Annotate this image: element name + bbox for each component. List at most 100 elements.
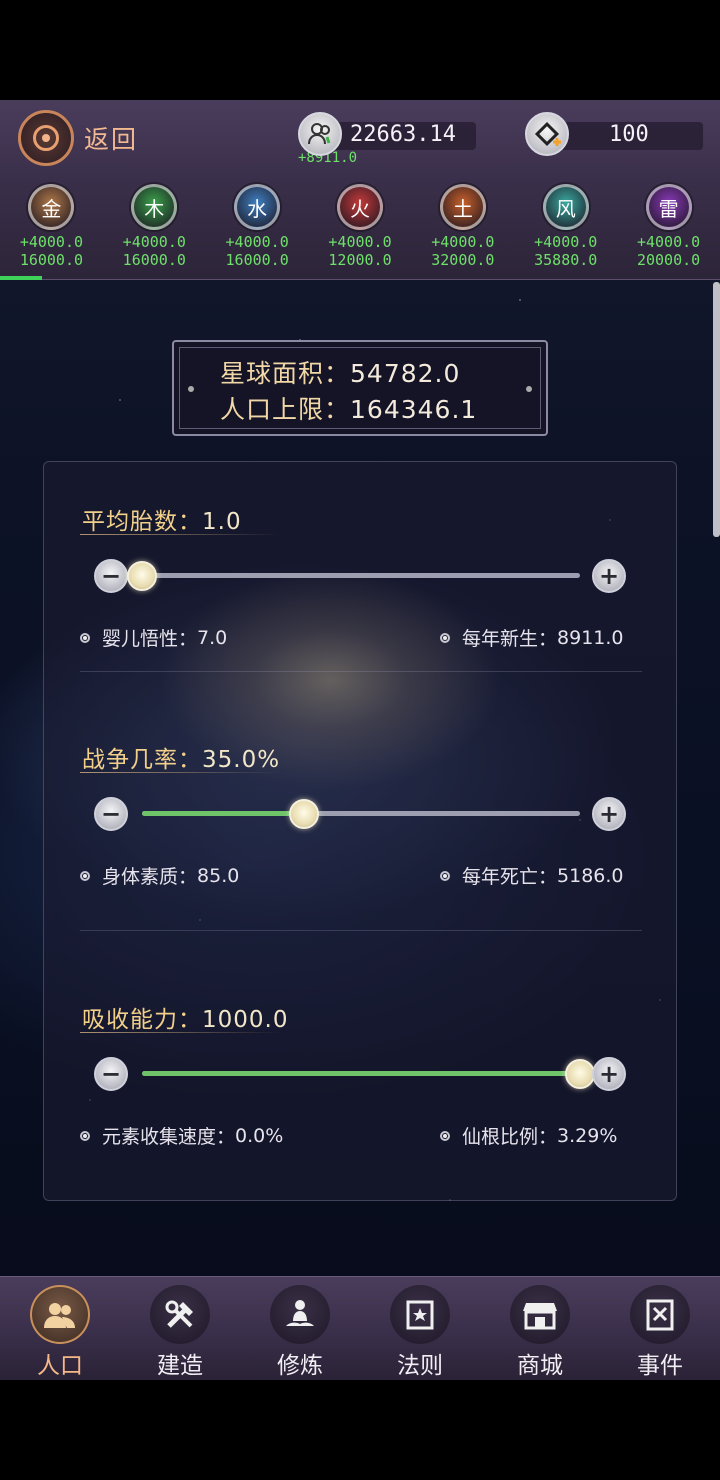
stat-value: 3.29% [557, 1124, 618, 1147]
element-icon: 土 [439, 184, 486, 230]
planet-area-value: 54782.0 [350, 359, 461, 388]
settings-panel: 平均胎数：1.0− + 婴儿悟性： 7.0 每年新生： 8911.0 战争几率：35.0% −… [43, 461, 677, 1201]
element-total: 12000.0 [328, 251, 392, 269]
decrease-button[interactable]: − [94, 559, 128, 593]
element-delta: +4000.0 [19, 233, 84, 251]
tools-icon [150, 1285, 210, 1344]
element-item: 金 +4000.0 16000.0 [0, 184, 103, 280]
slider-fill [142, 1071, 580, 1076]
population-cap: 人口上限：164346.1 [220, 390, 477, 426]
slider-value: 1000.0 [202, 1007, 289, 1033]
element-icon: 风 [542, 184, 589, 230]
stat-label: 元素收集速度： [102, 1126, 236, 1148]
slider-track[interactable] [142, 799, 580, 829]
population-icon [298, 112, 342, 156]
left-stat: 身体素质： 85.0 [80, 862, 239, 889]
event-book-icon [630, 1285, 690, 1344]
nav-item[interactable]: 法则 [360, 1277, 480, 1380]
gem-icon[interactable] [525, 112, 569, 156]
nav-item[interactable]: 事件 [600, 1277, 720, 1380]
slider-control[interactable]: − + [94, 794, 628, 834]
planet-area: 星球面积：54782.0 [220, 354, 460, 390]
slider-label: 战争几率： [82, 747, 202, 773]
top-bar: 返回 22663.14 +8911.0 100 金 +4000.0 16000.0 木… [0, 100, 720, 280]
element-item: 水 +4000.0 16000.0 [206, 184, 309, 280]
decrease-button[interactable]: − [94, 797, 128, 831]
bullet-icon [80, 1130, 90, 1141]
nav-item[interactable]: 修炼 [240, 1277, 360, 1380]
slider-title: 战争几率：35.0% [82, 740, 280, 774]
minus-icon: − [100, 562, 122, 590]
slider-knob[interactable] [565, 1059, 595, 1089]
right-stat: 每年新生： 8911.0 [440, 624, 624, 651]
stat-value: 8911.0 [557, 626, 624, 649]
element-delta: +4000.0 [225, 233, 289, 251]
element-total: 32000.0 [431, 251, 495, 269]
stat-label: 身体素质： [102, 866, 198, 888]
element-delta: +4000.0 [431, 233, 495, 251]
bullet-icon [80, 870, 90, 881]
slider-control[interactable]: − + [94, 1054, 628, 1094]
nav-label: 法则 [397, 1353, 443, 1379]
element-item: 雷 +4000.0 20000.0 [617, 184, 720, 280]
scroll-icon [390, 1285, 450, 1344]
slider-fill [142, 811, 304, 816]
slider-label: 平均胎数： [82, 509, 202, 535]
element-item: 木 +4000.0 16000.0 [103, 184, 206, 280]
section-divider [80, 930, 642, 931]
increase-button[interactable]: + [592, 797, 626, 831]
slider-title: 吸收能力：1000.0 [82, 1000, 288, 1034]
stat-value: 7.0 [197, 626, 228, 649]
slider-control[interactable]: − + [94, 556, 628, 596]
element-item: 火 +4000.0 12000.0 [309, 184, 412, 280]
left-stat: 元素收集速度： 0.0% [80, 1122, 283, 1149]
nav-item[interactable]: 商城 [480, 1277, 600, 1380]
slider-track[interactable] [127, 561, 580, 591]
stat-label: 每年死亡： [462, 866, 558, 888]
increase-button[interactable]: + [592, 559, 626, 593]
element-item: 风 +4000.0 35880.0 [514, 184, 617, 280]
stat-value: 85.0 [197, 864, 240, 887]
element-total: 16000.0 [19, 251, 84, 269]
element-delta: +4000.0 [636, 233, 701, 251]
nav-item[interactable]: 建造 [120, 1277, 240, 1380]
slider-knob[interactable] [289, 799, 319, 829]
population-resource: 22663.14 +8911.0 [298, 112, 476, 166]
back-button[interactable]: 返回 [18, 110, 138, 166]
scrollbar[interactable] [713, 282, 720, 537]
right-stat: 每年死亡： 5186.0 [440, 862, 624, 889]
bottom-nav: 人口 建造 修炼 法则 商城 事件 [0, 1276, 720, 1380]
decrease-button[interactable]: − [94, 1057, 128, 1091]
slider-label: 吸收能力： [82, 1007, 202, 1033]
element-total: 16000.0 [122, 251, 186, 269]
minus-icon: − [100, 1060, 122, 1088]
right-stat: 仙根比例： 3.29% [440, 1122, 617, 1149]
slider-track[interactable] [142, 1059, 595, 1089]
element-icon: 水 [234, 184, 281, 230]
element-delta: +4000.0 [122, 233, 186, 251]
stat-value: 5186.0 [557, 864, 624, 887]
left-stat: 婴儿悟性： 7.0 [80, 624, 227, 651]
back-label: 返回 [84, 125, 139, 154]
slider-title: 平均胎数：1.0 [82, 502, 242, 536]
stat-label: 每年新生： [462, 628, 558, 650]
plus-icon: + [598, 562, 620, 590]
element-total: 35880.0 [534, 251, 598, 269]
bullet-icon [440, 870, 450, 881]
increase-button[interactable]: + [592, 1057, 626, 1091]
minus-icon: − [100, 800, 122, 828]
element-icon: 木 [131, 184, 178, 230]
bullet-icon [80, 632, 90, 643]
nav-label: 商城 [517, 1353, 563, 1379]
element-icon: 火 [337, 184, 383, 230]
shop-icon [510, 1285, 570, 1344]
nav-item[interactable]: 人口 [0, 1277, 120, 1380]
slider-knob[interactable] [127, 561, 157, 591]
element-icon: 金 [28, 184, 75, 230]
element-total: 20000.0 [636, 251, 701, 269]
gem-resource: 100 [525, 112, 703, 156]
planet-area-label: 星球面积： [220, 359, 351, 388]
element-delta: +4000.0 [534, 233, 598, 251]
bullet-icon [440, 1130, 450, 1141]
population-cap-value: 164346.1 [350, 395, 478, 424]
